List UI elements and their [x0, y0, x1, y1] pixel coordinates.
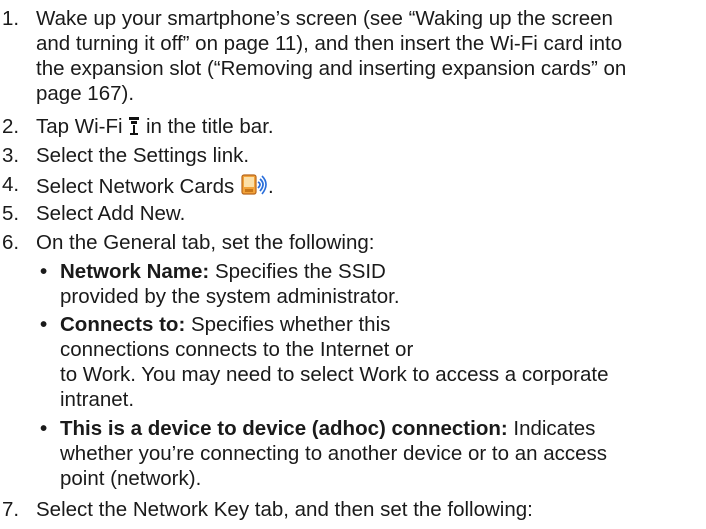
step-text: Select the Settings link. — [36, 144, 250, 167]
step-number: 2. — [2, 115, 20, 138]
bullet-line: whether you’re connecting to another dev… — [60, 442, 607, 465]
step-text: Select Add New. — [36, 202, 186, 225]
step-number: 1. — [2, 7, 20, 30]
step-number: 6. — [2, 231, 20, 254]
step-number: 3. — [2, 144, 20, 167]
bullet-text: Connects to: Specifies whether this conn… — [60, 312, 608, 412]
bullet-marker: • — [40, 313, 48, 336]
bullet-text: This is a device to device (adhoc) conne… — [60, 416, 607, 491]
instruction-page: 1. Wake up your smartphone’s screen (see… — [0, 0, 706, 529]
step-number: 7. — [2, 498, 20, 521]
bullet-line: provided by the system administrator. — [60, 285, 400, 308]
bullet-line: point (network). — [60, 467, 202, 490]
step-text-post: . — [267, 175, 274, 198]
bullet-line: Specifies the SSID — [209, 260, 386, 283]
step-line: Wake up your smartphone’s screen (see “W… — [36, 7, 613, 30]
bullet-marker: • — [40, 417, 48, 440]
step-text: Wake up your smartphone’s screen (see “W… — [36, 6, 702, 106]
step-text: Select the Network Key tab, and then set… — [36, 498, 533, 521]
step-number: 5. — [2, 202, 20, 225]
bullet-term: Network Name: — [60, 260, 210, 283]
bullet-line: Indicates — [507, 417, 596, 440]
bullet-line: Specifies whether this — [185, 313, 391, 336]
bullet-line: to Work. You may need to select Work to … — [60, 363, 609, 386]
step-text-pre: Select Network Cards — [36, 175, 240, 198]
bullet-line: connections connects to the Internet or — [60, 338, 414, 361]
step-line: page 167). — [36, 82, 135, 105]
bullet-term: This is a device to device (adhoc) conne… — [60, 417, 508, 440]
bullet-term: Connects to: — [60, 313, 186, 336]
step-text: Tap Wi-Fi in the title bar. — [36, 114, 702, 142]
step-line: and turning it off” on page 11), and the… — [36, 32, 623, 55]
bullet-text: Network Name: Specifies the SSID provide… — [60, 259, 400, 309]
step-text: Select Network Cards . — [36, 172, 702, 202]
network-cards-icon — [240, 172, 268, 202]
step-text: On the General tab, set the following: — [36, 231, 375, 254]
bullet-line: intranet. — [60, 388, 135, 411]
step-line: the expansion slot (“Removing and insert… — [36, 57, 627, 80]
wifi-signal-icon — [128, 116, 140, 142]
step-number: 4. — [2, 173, 20, 196]
step-text-pre: Tap Wi-Fi — [36, 115, 129, 138]
step-text-post: in the title bar. — [140, 115, 274, 138]
bullet-marker: • — [40, 260, 48, 283]
